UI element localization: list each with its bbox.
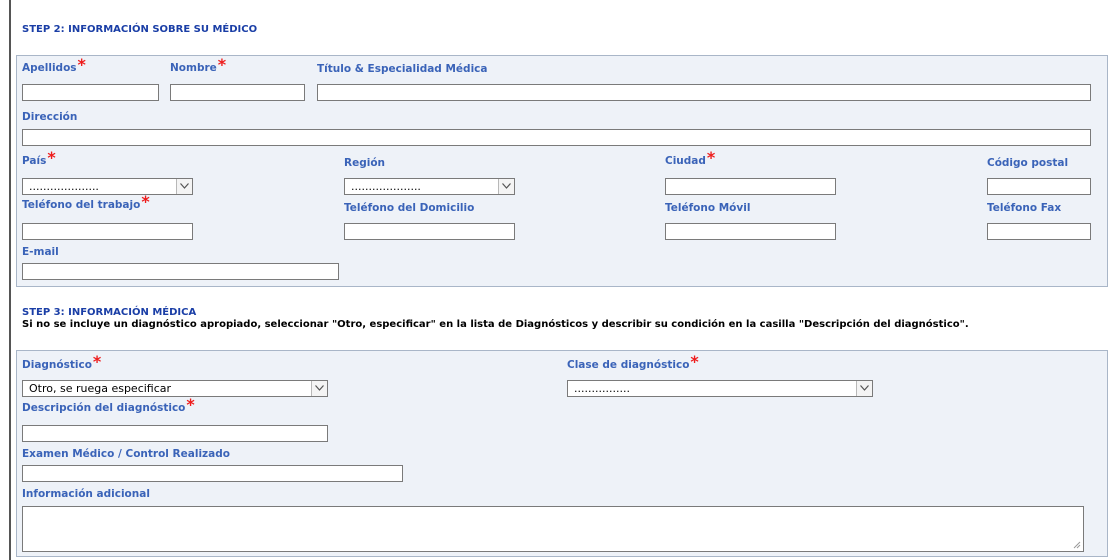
- diagnostico-select-value: Otro, se ruega especificar: [29, 382, 172, 395]
- info-adicional-label: Información adicional: [22, 488, 150, 500]
- tel-fax-input[interactable]: [987, 223, 1091, 240]
- step3-title: STEP 3: INFORMACIÓN MÉDICA: [22, 307, 197, 318]
- tel-trabajo-label: Teléfono del trabajo*: [22, 192, 150, 212]
- codigo-postal-label: Código postal: [987, 157, 1069, 169]
- clase-select[interactable]: ................: [567, 380, 873, 397]
- descripcion-input[interactable]: [22, 425, 328, 442]
- examen-label: Examen Médico / Control Realizado: [22, 448, 230, 460]
- tel-domicilio-label: Teléfono del Domicilio: [344, 202, 475, 214]
- pais-label: País*: [22, 148, 56, 168]
- region-select[interactable]: ....................: [344, 178, 515, 195]
- email-input[interactable]: [22, 263, 339, 280]
- codigo-postal-input[interactable]: [987, 178, 1091, 195]
- chevron-down-icon: [176, 179, 192, 194]
- examen-input[interactable]: [22, 465, 403, 482]
- pais-select[interactable]: ....................: [22, 178, 193, 195]
- region-label: Región: [344, 157, 386, 169]
- nombre-label: Nombre*: [170, 55, 227, 75]
- required-marker: *: [217, 55, 227, 74]
- clase-label: Clase de diagnóstico*: [567, 352, 699, 372]
- resize-grip-icon[interactable]: [1073, 541, 1081, 549]
- step3-note: Si no se incluye un diagnóstico apropiad…: [22, 319, 969, 330]
- apellidos-label: Apellidos*: [22, 55, 86, 75]
- nombre-input[interactable]: [170, 84, 305, 101]
- info-adicional-textarea[interactable]: [22, 506, 1084, 552]
- tel-domicilio-input[interactable]: [344, 223, 515, 240]
- chevron-down-icon: [856, 381, 872, 396]
- descripcion-label: Descripción del diagnóstico*: [22, 395, 195, 415]
- tel-movil-label: Teléfono Móvil: [665, 202, 751, 214]
- email-label: E-mail: [22, 246, 59, 258]
- required-marker: *: [47, 148, 56, 167]
- titulo-label: Título & Especialidad Médica: [317, 63, 488, 75]
- diagnostico-label: Diagnóstico*: [22, 352, 102, 372]
- clase-select-value: ................: [574, 382, 630, 395]
- diagnostico-select[interactable]: Otro, se ruega especificar: [22, 380, 328, 397]
- tel-movil-input[interactable]: [665, 223, 836, 240]
- tel-trabajo-input[interactable]: [22, 223, 193, 240]
- required-marker: *: [690, 352, 699, 371]
- required-marker: *: [141, 192, 150, 211]
- left-border: [9, 0, 11, 560]
- pais-select-value: ....................: [29, 180, 99, 193]
- required-marker: *: [92, 352, 102, 371]
- direccion-label: Dirección: [22, 111, 78, 123]
- chevron-down-icon: [498, 179, 514, 194]
- apellidos-input[interactable]: [22, 84, 159, 101]
- tel-fax-label: Teléfono Fax: [987, 202, 1062, 214]
- titulo-input[interactable]: [317, 84, 1091, 101]
- ciudad-input[interactable]: [665, 178, 836, 195]
- chevron-down-icon: [311, 381, 327, 396]
- required-marker: *: [706, 148, 716, 167]
- direccion-input[interactable]: [22, 129, 1091, 146]
- required-marker: *: [77, 55, 86, 74]
- required-marker: *: [186, 395, 195, 414]
- region-select-value: ....................: [351, 180, 421, 193]
- ciudad-label: Ciudad*: [665, 148, 716, 168]
- step2-title: STEP 2: INFORMACIÓN SOBRE SU MÉDICO: [22, 24, 258, 35]
